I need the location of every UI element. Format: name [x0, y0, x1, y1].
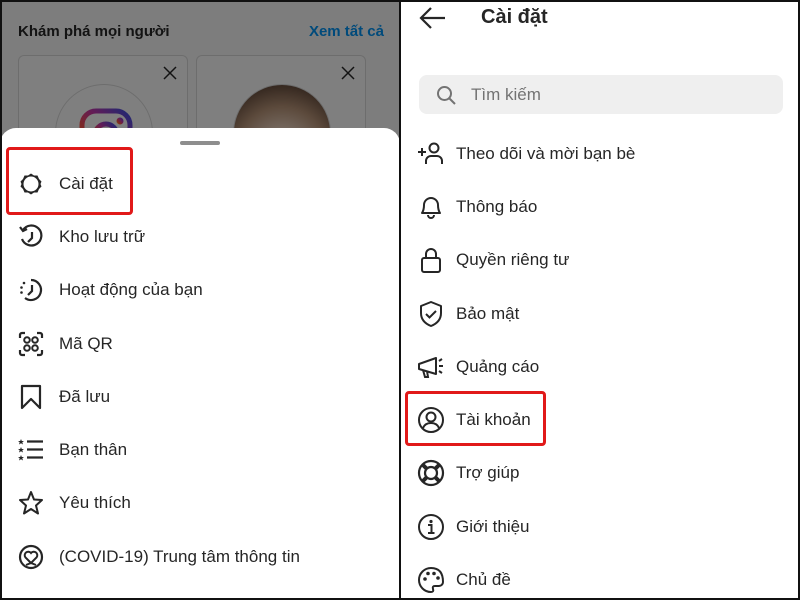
archive-history-icon [18, 224, 44, 250]
activity-clock-icon [18, 277, 44, 303]
bell-icon [417, 193, 445, 221]
left-panel-profile-menu: Khám phá mọi người Xem tất cả Cài đặt [0, 0, 400, 600]
settings-item-theme[interactable]: Chủ đề [401, 553, 800, 600]
menu-item-label: (COVID-19) Trung tâm thông tin [59, 546, 300, 566]
settings-item-notifications[interactable]: Thông báo [401, 180, 800, 233]
settings-item-label: Quyền riêng tư [456, 250, 570, 270]
arrow-left-icon[interactable] [417, 5, 447, 31]
menu-item-label: Hoạt động của bạn [59, 280, 203, 300]
settings-item-about[interactable]: Giới thiệu [401, 500, 800, 553]
menu-item-saved[interactable]: Đã lưu [0, 370, 400, 423]
menu-item-label: Yêu thích [59, 493, 131, 513]
panel-divider [399, 0, 401, 600]
menu-item-qr-code[interactable]: Mã QR [0, 317, 400, 370]
star-icon [18, 490, 44, 516]
bookmark-icon [18, 384, 44, 410]
settings-item-privacy[interactable]: Quyền riêng tư [401, 234, 800, 287]
highlight-box-settings [6, 147, 133, 215]
settings-list: Theo dõi và mời bạn bè Thông báo Quyền r… [401, 127, 800, 600]
settings-header: Cài đặt [401, 0, 800, 40]
sheet-menu-list: Cài đặt Kho lưu trữ Hoạt động của bạn Mã… [0, 157, 400, 583]
menu-item-archive[interactable]: Kho lưu trữ [0, 210, 400, 263]
menu-item-covid-info[interactable]: (COVID-19) Trung tâm thông tin [0, 530, 400, 583]
highlight-box-account [405, 391, 546, 446]
settings-item-label: Thông báo [456, 196, 538, 216]
sheet-drag-handle[interactable] [180, 141, 220, 145]
menu-item-your-activity[interactable]: Hoạt động của bạn [0, 264, 400, 317]
search-input[interactable] [471, 84, 751, 105]
lifebuoy-icon [417, 459, 445, 487]
settings-item-follow-invite[interactable]: Theo dõi và mời bạn bè [401, 127, 800, 180]
info-icon [417, 513, 445, 541]
menu-item-close-friends[interactable]: Bạn thân [0, 423, 400, 476]
settings-item-label: Bảo mật [456, 303, 520, 323]
settings-item-label: Trợ giúp [456, 463, 520, 483]
close-friends-list-icon [18, 437, 44, 463]
shield-check-icon [417, 300, 445, 328]
qr-code-icon [18, 331, 44, 357]
search-field[interactable] [419, 75, 783, 114]
settings-item-label: Chủ đề [456, 570, 511, 590]
menu-item-label: Mã QR [59, 333, 113, 353]
settings-item-help[interactable]: Trợ giúp [401, 447, 800, 500]
add-user-icon [417, 140, 445, 168]
search-icon [437, 85, 456, 105]
right-panel-settings: Cài đặt Theo dõi và mời bạn bè Thông báo… [401, 0, 800, 600]
menu-item-label: Kho lưu trữ [59, 226, 146, 246]
menu-item-favorites[interactable]: Yêu thích [0, 477, 400, 530]
settings-item-label: Giới thiệu [456, 516, 530, 536]
lock-icon [417, 246, 445, 274]
covid-heart-icon [18, 544, 44, 570]
settings-item-security[interactable]: Bảo mật [401, 287, 800, 340]
settings-item-label: Quảng cáo [456, 356, 540, 376]
settings-item-label: Theo dõi và mời bạn bè [456, 143, 636, 163]
page-title: Cài đặt [481, 6, 548, 28]
palette-icon [417, 566, 445, 594]
megaphone-icon [417, 353, 445, 381]
menu-item-label: Đã lưu [59, 386, 111, 406]
settings-item-ads[interactable]: Quảng cáo [401, 340, 800, 393]
menu-item-label: Bạn thân [59, 440, 128, 460]
